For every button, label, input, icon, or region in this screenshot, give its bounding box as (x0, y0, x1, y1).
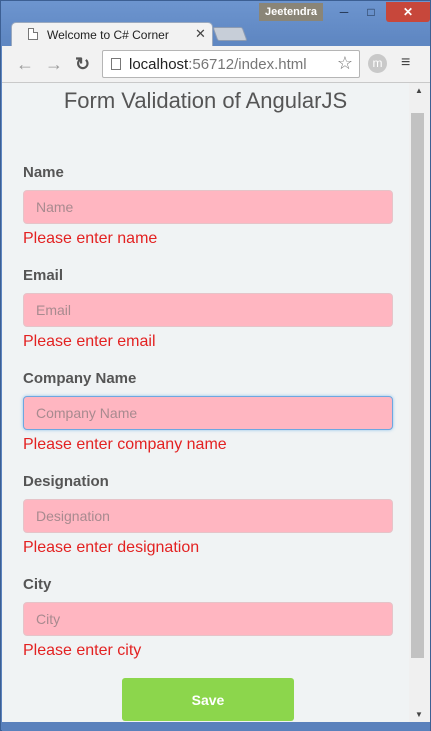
designation-label: Designation (23, 473, 109, 490)
vertical-scrollbar[interactable]: ▲ ▼ (409, 83, 430, 722)
scrollbar-thumb[interactable] (411, 113, 424, 658)
document-icon (28, 28, 38, 40)
url-text: localhost:56712/index.html (129, 56, 307, 73)
scroll-up-arrow-icon[interactable]: ▲ (415, 86, 423, 95)
forward-arrow-icon[interactable]: → (45, 54, 63, 74)
window-bottom-border (2, 722, 430, 731)
name-error: Please enter name (23, 230, 158, 247)
tab-close-icon[interactable]: ✕ (195, 26, 206, 42)
browser-window: Jeetendra ─ □ ✕ Welcome to C# Corner ✕ ←… (0, 0, 431, 731)
city-input[interactable] (23, 602, 393, 636)
page-title: Form Validation of AngularJS (63, 88, 348, 113)
address-bar[interactable]: localhost:56712/index.html ☆ (102, 50, 360, 78)
url-host: localhost (129, 56, 189, 73)
back-arrow-icon[interactable]: ← (16, 54, 34, 74)
company-name-input[interactable] (23, 396, 393, 430)
bookmark-star-icon[interactable]: ☆ (337, 53, 353, 74)
reload-icon[interactable]: ↻ (75, 54, 90, 74)
close-window-button[interactable]: ✕ (386, 2, 430, 22)
name-label: Name (23, 164, 64, 181)
maximize-button[interactable]: □ (358, 2, 384, 22)
city-label: City (23, 576, 52, 593)
email-error: Please enter email (23, 333, 156, 350)
extension-icon[interactable]: m (368, 54, 387, 73)
tab-active[interactable]: Welcome to C# Corner ✕ (11, 22, 213, 46)
scroll-down-arrow-icon[interactable]: ▼ (415, 710, 423, 719)
designation-error: Please enter designation (23, 539, 200, 556)
email-label: Email (23, 267, 64, 284)
profile-badge[interactable]: Jeetendra (259, 3, 323, 21)
company-name-error: Please enter company name (23, 436, 227, 453)
page-content: Form Validation of AngularJS Name Please… (2, 83, 409, 722)
name-input[interactable] (23, 190, 393, 224)
page-icon (111, 58, 121, 70)
new-tab-button[interactable] (212, 27, 248, 41)
menu-icon[interactable]: ≡ (401, 54, 410, 72)
designation-input[interactable] (23, 499, 393, 533)
tab-title: Welcome to C# Corner (47, 28, 169, 42)
minimize-button[interactable]: ─ (331, 2, 357, 22)
email-input[interactable] (23, 293, 393, 327)
save-button[interactable]: Save (122, 678, 294, 721)
url-path: :56712/index.html (188, 56, 307, 73)
city-error: Please enter city (23, 642, 142, 659)
company-name-label: Company Name (23, 370, 137, 387)
browser-toolbar: ← → ↻ localhost:56712/index.html ☆ m ≡ (2, 46, 430, 83)
